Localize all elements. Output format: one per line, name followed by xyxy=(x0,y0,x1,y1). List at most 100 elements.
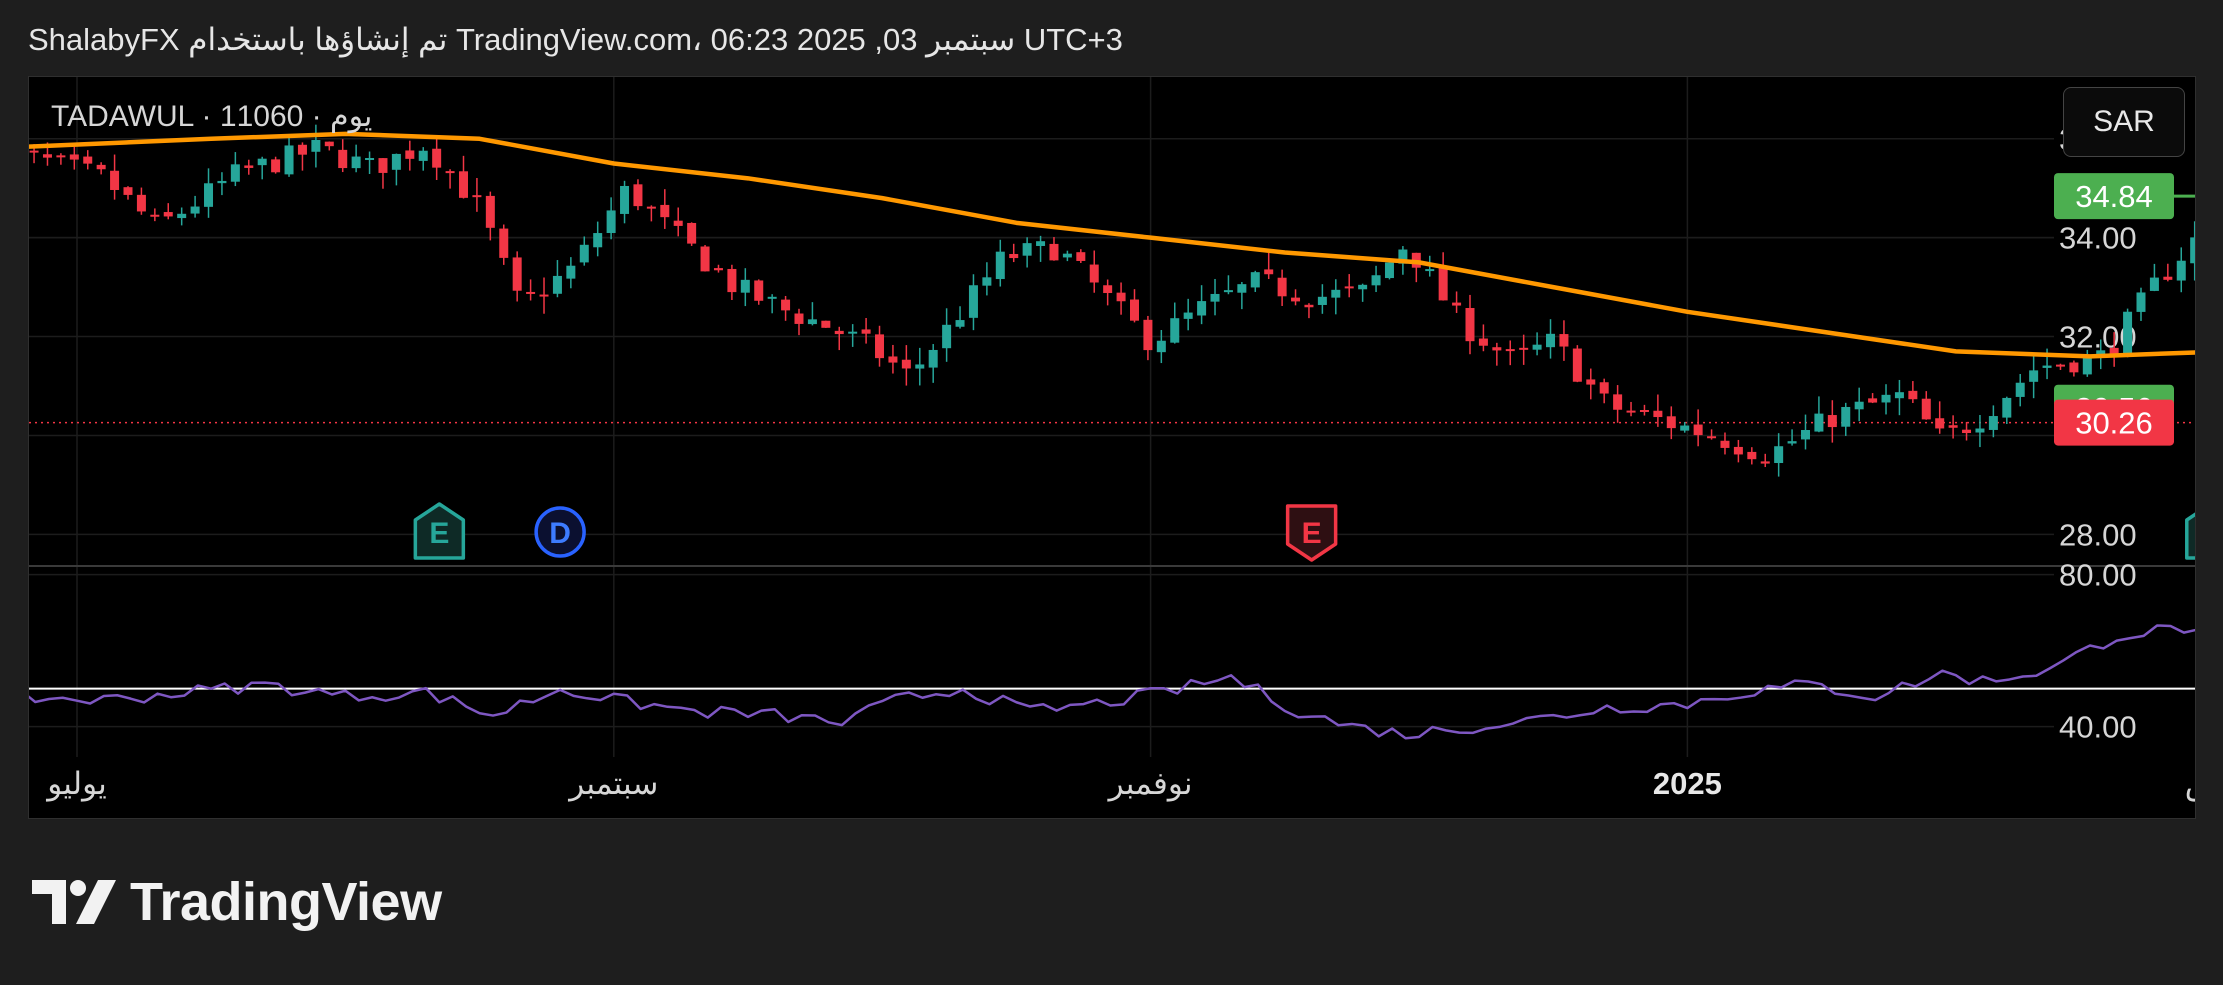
x-tick-label: 2025 xyxy=(1653,766,1722,801)
candle-body xyxy=(1344,286,1354,289)
x-tick-label: نوفمبر xyxy=(1107,766,1193,802)
candle-body xyxy=(1277,277,1287,297)
dividend-marker: D xyxy=(534,506,586,558)
candle-body xyxy=(1076,252,1086,261)
candle-body xyxy=(1733,446,1743,455)
candle-body xyxy=(834,330,844,335)
candle-body xyxy=(1183,312,1193,319)
chart-canvas[interactable]: 28.0032.0034.0036.0040.0080.00يوليوسبتمب… xyxy=(29,77,2195,818)
candle-body xyxy=(1921,398,1931,420)
candle-body xyxy=(1868,398,1878,403)
candle-body xyxy=(1291,297,1301,302)
candle-body xyxy=(673,220,683,226)
candle-body xyxy=(123,187,133,195)
candle-body xyxy=(1331,289,1341,298)
candle-body xyxy=(875,334,885,359)
currency-button[interactable]: SAR xyxy=(2063,87,2185,157)
candle-body xyxy=(1022,243,1032,256)
candle-body xyxy=(1800,430,1810,440)
candle-body xyxy=(1210,293,1220,302)
candle-body xyxy=(1881,394,1891,403)
candle-body xyxy=(1237,284,1247,293)
x-tick-label: سبتمبر xyxy=(567,766,658,802)
candle-body xyxy=(2029,370,2039,382)
candle-body xyxy=(1304,304,1314,308)
candle-body xyxy=(2042,365,2052,368)
candle-body xyxy=(2190,237,2195,264)
candle-body xyxy=(110,170,120,190)
candle-body xyxy=(2002,397,2012,418)
candle-body xyxy=(848,331,858,334)
candle-body xyxy=(324,141,334,147)
candle-body xyxy=(163,212,173,217)
candle-body xyxy=(1384,262,1394,279)
candle-body xyxy=(807,319,817,325)
candle-body xyxy=(1009,253,1019,259)
candle-body xyxy=(1089,264,1099,283)
candle-body xyxy=(1478,338,1488,346)
x-tick-label: مارس xyxy=(2185,766,2195,802)
candle-body xyxy=(1559,334,1569,347)
candle-body xyxy=(1156,340,1166,353)
candle-body xyxy=(351,156,361,169)
candle-body xyxy=(42,154,52,158)
candle-body xyxy=(794,313,804,324)
candle-body xyxy=(1049,243,1059,261)
candle-body xyxy=(29,150,39,153)
candle-body xyxy=(2069,362,2079,373)
candle-body xyxy=(83,156,93,164)
tradingview-logo-icon xyxy=(32,880,116,924)
horizontal-levels xyxy=(29,194,2195,424)
candle-body xyxy=(244,165,254,168)
earnings-marker: E xyxy=(1285,504,1338,562)
candle-body xyxy=(2176,260,2186,281)
candle-body xyxy=(271,159,281,173)
candle-body xyxy=(56,155,66,158)
candle-body xyxy=(1586,379,1596,385)
candle-body xyxy=(1036,241,1046,246)
candle-body xyxy=(740,279,750,293)
candle-body xyxy=(1693,424,1703,436)
candle-body xyxy=(1519,347,1529,350)
candle-body xyxy=(1760,461,1770,464)
rsi-tick-label: 40.00 xyxy=(2059,710,2137,745)
candle-body xyxy=(499,228,509,258)
candle-body xyxy=(579,244,589,263)
price-tick-label: 34.00 xyxy=(2059,221,2137,256)
candle-body xyxy=(1666,416,1676,429)
candle-body xyxy=(754,280,764,301)
candle-body xyxy=(311,139,321,152)
x-tick-label: يوليو xyxy=(45,766,106,802)
price-tick-label: 28.00 xyxy=(2059,517,2137,552)
candle-body xyxy=(1948,425,1958,428)
rsi-pane xyxy=(29,624,2195,740)
chart-panel[interactable]: 28.0032.0034.0036.0040.0080.00يوليوسبتمب… xyxy=(28,76,2196,819)
candle-body xyxy=(1371,275,1381,286)
candle-body xyxy=(1720,440,1730,448)
candle-body xyxy=(955,320,965,327)
candle-body xyxy=(700,246,710,272)
candle-body xyxy=(1962,429,1972,434)
candle-body xyxy=(1170,318,1180,343)
candle-body xyxy=(888,356,898,363)
candle-body xyxy=(1546,333,1556,348)
marker-letter: E xyxy=(429,517,449,550)
candle-body xyxy=(1894,392,1904,399)
header-caption: ShalabyFX تم إنشاؤها باستخدام TradingVie… xyxy=(28,22,1123,57)
candle-body xyxy=(1197,301,1207,316)
candle-body xyxy=(284,145,294,175)
tradingview-logo[interactable]: TradingView xyxy=(32,872,442,932)
candle-body xyxy=(1317,296,1327,305)
event-markers: EDEEDEED xyxy=(413,502,2195,562)
candle-body xyxy=(1143,319,1153,351)
candle-body xyxy=(1572,348,1582,382)
logo-text: TradingView xyxy=(130,872,442,932)
candle-body xyxy=(1908,390,1918,400)
candle-body xyxy=(472,195,482,198)
candle-body xyxy=(365,158,375,161)
candle-body xyxy=(2055,364,2065,367)
candlestick-series xyxy=(29,124,2195,477)
candle-body xyxy=(1452,302,1462,306)
candle-body xyxy=(928,349,938,368)
earnings-marker: E xyxy=(413,502,466,560)
